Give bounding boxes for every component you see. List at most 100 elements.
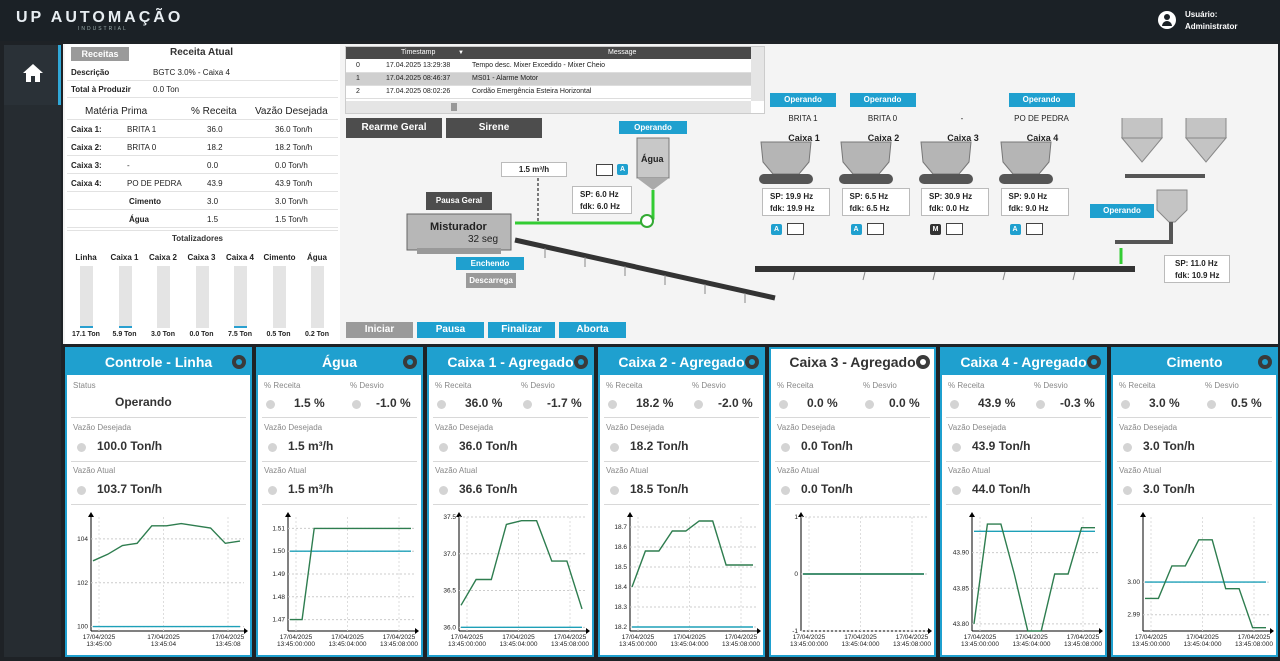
status-dot (1121, 400, 1130, 409)
desired-flow-label: Vazão Desejada (435, 423, 494, 432)
y-tick-label: 36.5 (443, 588, 456, 595)
y-axis-arrow (969, 512, 975, 517)
x-tick-time: 13:45:04:000 (671, 641, 709, 648)
divider (262, 417, 417, 418)
user-label: Usuário: (1185, 10, 1218, 19)
col-timestamp[interactable]: Timestamp (401, 49, 435, 56)
totalizer-bar (234, 266, 247, 328)
row-material: PO DE PEDRA (127, 179, 182, 188)
pct-value: 36.0 % (465, 396, 503, 410)
y-tick-label: 1.48 (272, 594, 285, 601)
gear-icon[interactable] (403, 355, 417, 369)
y-tick-label: 2.99 (1127, 612, 1140, 619)
box-trend-icon[interactable] (1025, 223, 1043, 235)
pct-label: % Receita (777, 381, 814, 390)
col-message[interactable]: Message (608, 49, 636, 56)
dev-value: -1.0 % (376, 396, 411, 410)
x-tick-date: 17/04/2025 (622, 634, 655, 641)
actual-flow-label: Vazão Atual (606, 466, 649, 475)
box-trend-icon[interactable] (866, 223, 884, 235)
box-mode-badge[interactable]: A (850, 224, 862, 235)
actual-flow-label: Vazão Atual (264, 466, 307, 475)
box-mode-badge[interactable]: A (771, 224, 782, 235)
totalizer-name: Água (307, 253, 327, 262)
y-tick-label: 36.0 (443, 624, 456, 631)
totalizer-bar (80, 266, 93, 328)
app-logo: UP AUTOMAÇÃO (16, 9, 184, 26)
actual-flow-label: Vazão Atual (1119, 466, 1162, 475)
status-dot (439, 486, 448, 495)
status-dot (437, 400, 446, 409)
card-caixa-4-agregado: Caixa 4 - Agregado % Receita % Desvio 43.9 … (940, 347, 1107, 657)
divider (946, 417, 1101, 418)
gear-icon[interactable] (232, 355, 246, 369)
x-tick-date: 17/04/2025 (554, 634, 587, 641)
start-button[interactable]: Iniciar (346, 322, 413, 338)
abort-button[interactable]: Aborta (559, 322, 626, 338)
gear-icon[interactable] (916, 355, 930, 369)
y-axis-arrow (456, 512, 462, 517)
divider (71, 504, 246, 505)
y-tick-label: 3.00 (1127, 579, 1140, 586)
alarm-row[interactable]: 1 17.04.2025 08:46:37 MS01 - Alarme Motor (346, 73, 751, 86)
box-mode-badge[interactable]: M (930, 224, 941, 235)
water-trend-icon[interactable] (596, 164, 613, 176)
recipe-row: Água 1.5 1.5 Ton/h (67, 211, 338, 228)
row-flow: 3.0 Ton/h (275, 197, 308, 206)
recipe-total-row: Total à Produzir 0.0 Ton (67, 81, 338, 98)
x-tick-time: 13:45:00 (86, 641, 112, 648)
row-material: BRITA 0 (127, 143, 157, 152)
row-pct: 43.9 (207, 179, 223, 188)
box-trend-icon[interactable] (946, 223, 963, 235)
pct-value: 1.5 % (294, 396, 325, 410)
alarm-message: Tempo desc. Mixer Excedido - Mixer Cheio (472, 62, 606, 69)
card-title: Caixa 3 - Agregado (771, 349, 934, 375)
box-name: Caixa 1 (788, 133, 820, 143)
box-mode-badge[interactable]: A (1009, 224, 1021, 235)
desc-value: BGTC 3.0% - Caixa 4 (153, 68, 230, 77)
divider (1117, 504, 1272, 505)
home-button[interactable] (4, 45, 61, 105)
y-axis-arrow (1140, 512, 1146, 517)
y-tick-label: 18.6 (614, 544, 627, 551)
gear-icon[interactable] (574, 355, 588, 369)
row-material: BRITA 1 (127, 125, 157, 134)
alarm-timestamp: 17.04.2025 08:02:26 (386, 88, 451, 95)
gear-icon[interactable] (1258, 355, 1272, 369)
recipes-tab[interactable]: Receitas (71, 47, 129, 61)
divider (262, 461, 417, 462)
box-fdk: fdk: 9.0 Hz (1008, 204, 1049, 213)
x-tick-date: 17/04/2025 (673, 634, 706, 641)
user-icon[interactable] (1158, 11, 1176, 29)
totalizer-value: 17.1 Ton (72, 331, 100, 338)
alarm-vscrollbar[interactable] (751, 47, 764, 101)
x-tick-date: 17/04/2025 (1186, 634, 1219, 641)
box-trend-icon[interactable] (787, 223, 804, 235)
alarm-row[interactable]: 0 17.04.2025 13:29:38 Tempo desc. Mixer Ex… (346, 60, 751, 73)
totalizer-value: 0.0 Ton (189, 331, 214, 338)
dev-label: % Desvio (350, 381, 384, 390)
finish-button[interactable]: Finalizar (488, 322, 555, 338)
water-mode-badge[interactable]: A (617, 164, 628, 175)
header-pct: % Receita (191, 106, 237, 117)
gear-icon[interactable] (1087, 355, 1101, 369)
sort-desc-icon[interactable]: ▼ (458, 50, 464, 56)
row-flow: 1.5 Ton/h (275, 215, 308, 224)
x-axis-arrow (1270, 628, 1274, 634)
mixer-discharge-button[interactable]: Descarrega (466, 273, 516, 288)
x-tick-date: 17/04/2025 (793, 634, 826, 641)
top-bar: UP AUTOMAÇÃO INDUSTRIAL Usuário: Adminis… (0, 0, 1280, 41)
pct-label: % Receita (264, 381, 301, 390)
row-material: - (127, 161, 130, 170)
x-tick-time: 13:45:00:000 (790, 641, 828, 648)
status-dot (952, 486, 961, 495)
gear-icon[interactable] (745, 355, 759, 369)
alarm-row[interactable]: 2 17.04.2025 08:02:26 Cordão Emergência Es… (346, 86, 751, 99)
alarm-table[interactable]: Timestamp ▼ Message 0 17.04.2025 13:29:38… (345, 46, 765, 114)
alarm-hscrollbar[interactable] (346, 101, 751, 113)
box-freq-box: SP: 30.9 Hz fdk: 0.0 Hz (921, 188, 989, 216)
pause-button[interactable]: Pausa (417, 322, 484, 338)
water-flow-display: 1.5 m³/h (501, 162, 567, 177)
header-flow: Vazão Desejada (255, 106, 328, 117)
divider (946, 504, 1101, 505)
